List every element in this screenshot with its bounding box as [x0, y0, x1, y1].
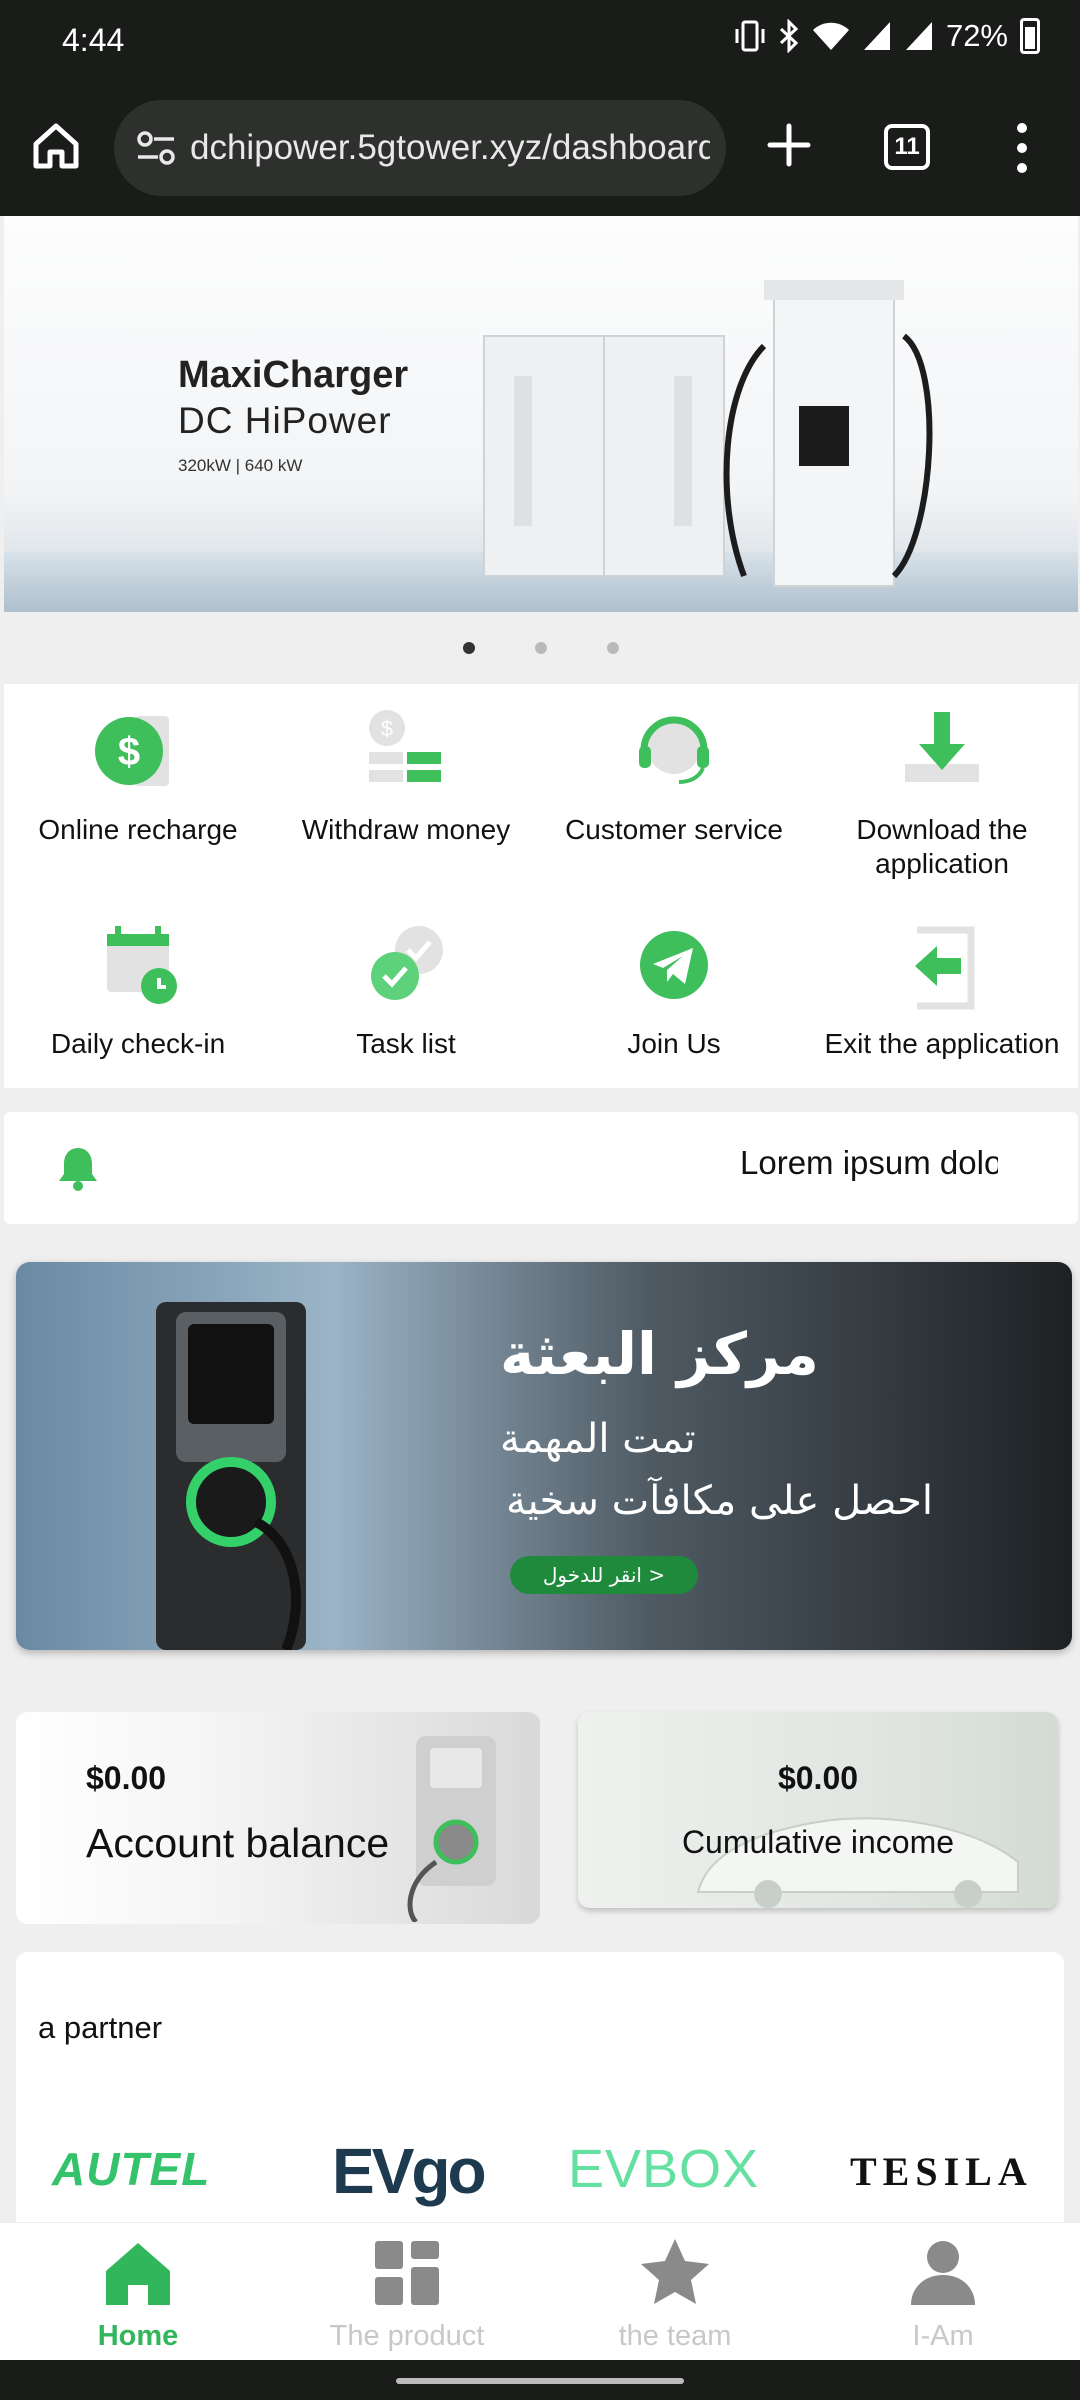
status-time: 4:44 — [62, 22, 125, 58]
menu-label: Join Us — [627, 1028, 721, 1059]
vibrate-icon — [735, 20, 765, 52]
star-icon — [641, 2239, 709, 2304]
grid-icon — [375, 2241, 439, 2305]
gesture-bar — [0, 2360, 1080, 2400]
notice-bar[interactable]: Lorem ipsum dolor — [4, 1112, 1078, 1224]
telegram-icon — [640, 931, 708, 999]
bell-icon — [59, 1148, 97, 1191]
exit-arrow-icon — [915, 926, 975, 1010]
double-check-icon — [371, 926, 443, 1000]
hero-title: MaxiCharger — [178, 354, 409, 396]
menu-exit-app[interactable]: Exit the application — [808, 920, 1076, 1061]
income-amount: $0.00 — [777, 1760, 859, 1796]
nav-team[interactable]: the team — [540, 2237, 810, 2353]
quick-menu: $ Online recharge $ Withdraw money Custo… — [4, 684, 1078, 1088]
account-balance-card[interactable]: $0.00 Account balance — [16, 1712, 540, 1924]
menu-online-recharge[interactable]: $ Online recharge — [4, 706, 272, 847]
carousel-dot-2[interactable] — [535, 642, 547, 654]
carousel-dot-1[interactable] — [463, 642, 475, 654]
user-icon — [911, 2241, 975, 2305]
nav-product[interactable]: The product — [272, 2237, 542, 2353]
cumulative-income-card[interactable]: $0.00 Cumulative income — [578, 1712, 1058, 1908]
nav-label: I-Am — [912, 2320, 974, 2352]
menu-daily-checkin[interactable]: Daily check-in — [4, 920, 272, 1061]
partner-logo-evbox: EVBOX — [568, 2139, 760, 2199]
promo-line-2: احصل على مكافآت سخية — [506, 1478, 933, 1524]
battery-icon — [1020, 18, 1040, 54]
nav-label: Home — [97, 2320, 179, 2352]
svg-text:$: $ — [118, 730, 140, 774]
menu-label: Exit the application — [824, 1028, 1060, 1059]
coin-stack-icon: $ — [369, 710, 441, 782]
carousel-dot-3[interactable] — [607, 642, 619, 654]
menu-withdraw-money[interactable]: $ Withdraw money — [272, 706, 540, 847]
headset-icon — [639, 716, 709, 784]
nav-label: The product — [329, 2320, 485, 2352]
wifi-icon — [812, 22, 849, 50]
home-charger-image — [156, 1302, 306, 1650]
income-label: Cumulative income — [681, 1824, 955, 1860]
partner-logo-autel: AUTEL — [52, 2143, 211, 2195]
tab-switcher-button[interactable]: 11 — [884, 124, 930, 170]
wallbox-charger-image — [407, 1736, 496, 1922]
menu-task-list[interactable]: Task list — [272, 920, 540, 1061]
home-icon[interactable] — [30, 120, 82, 172]
partner-title: a partner — [38, 2010, 163, 2045]
partner-logo-evgo: EVgo — [332, 2135, 487, 2207]
menu-download-app[interactable]: Download the application — [808, 706, 1076, 881]
battery-percent: 72% — [945, 18, 1008, 53]
hero-carousel[interactable]: MaxiCharger DC HiPower 320kW | 640 kW — [4, 216, 1078, 612]
status-icons: 72% — [734, 18, 1040, 54]
menu-label: Task list — [356, 1028, 456, 1059]
more-menu-icon[interactable] — [1010, 120, 1034, 176]
notice-text: Lorem ipsum dolor — [740, 1144, 998, 1181]
new-tab-icon[interactable] — [762, 118, 816, 172]
nav-home[interactable]: Home — [3, 2237, 273, 2353]
balance-label: Account balance — [86, 1820, 390, 1866]
menu-label: Customer service — [565, 814, 783, 845]
download-icon — [905, 712, 979, 782]
hero-spec: 320kW | 640 kW — [178, 456, 303, 475]
url-text[interactable]: dchipower.5gtower.xyz/dashboard — [190, 128, 710, 168]
menu-label: Online recharge — [38, 814, 238, 845]
bottom-nav: Home The product the team I-Am — [0, 2222, 1080, 2360]
mission-center-banner[interactable]: مركز البعثة تمت المهمة احصل على مكافآت س… — [16, 1262, 1072, 1650]
menu-label: Download the application — [856, 814, 1028, 879]
nav-label: the team — [618, 2320, 732, 2352]
partner-section: a partner AUTEL EVgo EVBOX TESILA — [16, 1952, 1064, 2232]
partner-logo-tesila: TESILA — [850, 2149, 1033, 2194]
gesture-handle[interactable] — [396, 2378, 684, 2384]
address-bar[interactable]: dchipower.5gtower.xyz/dashboard — [114, 100, 726, 196]
menu-label: Daily check-in — [50, 1028, 226, 1059]
charger-pillar-image — [723, 280, 933, 587]
site-settings-icon[interactable] — [136, 130, 176, 166]
promo-line-1: تمت المهمة — [500, 1416, 696, 1462]
promo-title: مركز البعثة — [500, 1320, 819, 1388]
hero-subtitle: DC HiPower — [178, 400, 392, 441]
menu-join-us[interactable]: Join Us — [540, 920, 808, 1061]
bluetooth-icon — [779, 19, 799, 53]
promo-enter-button[interactable]: انقر للدخول > — [510, 1556, 698, 1594]
balance-amount: $0.00 — [86, 1760, 167, 1796]
home-icon — [106, 2243, 170, 2305]
browser-toolbar: dchipower.5gtower.xyz/dashboard 11 — [0, 80, 1080, 216]
svg-text:$: $ — [381, 716, 393, 741]
signal-icon-2 — [905, 22, 932, 50]
calendar-check-icon — [107, 926, 177, 1004]
menu-label: Withdraw money — [301, 814, 511, 845]
nav-profile[interactable]: I-Am — [808, 2237, 1078, 2353]
dollar-coin-icon: $ — [95, 716, 169, 786]
menu-customer-service[interactable]: Customer service — [540, 706, 808, 847]
status-bar: 4:44 72% — [0, 0, 1080, 80]
signal-icon — [863, 22, 890, 50]
